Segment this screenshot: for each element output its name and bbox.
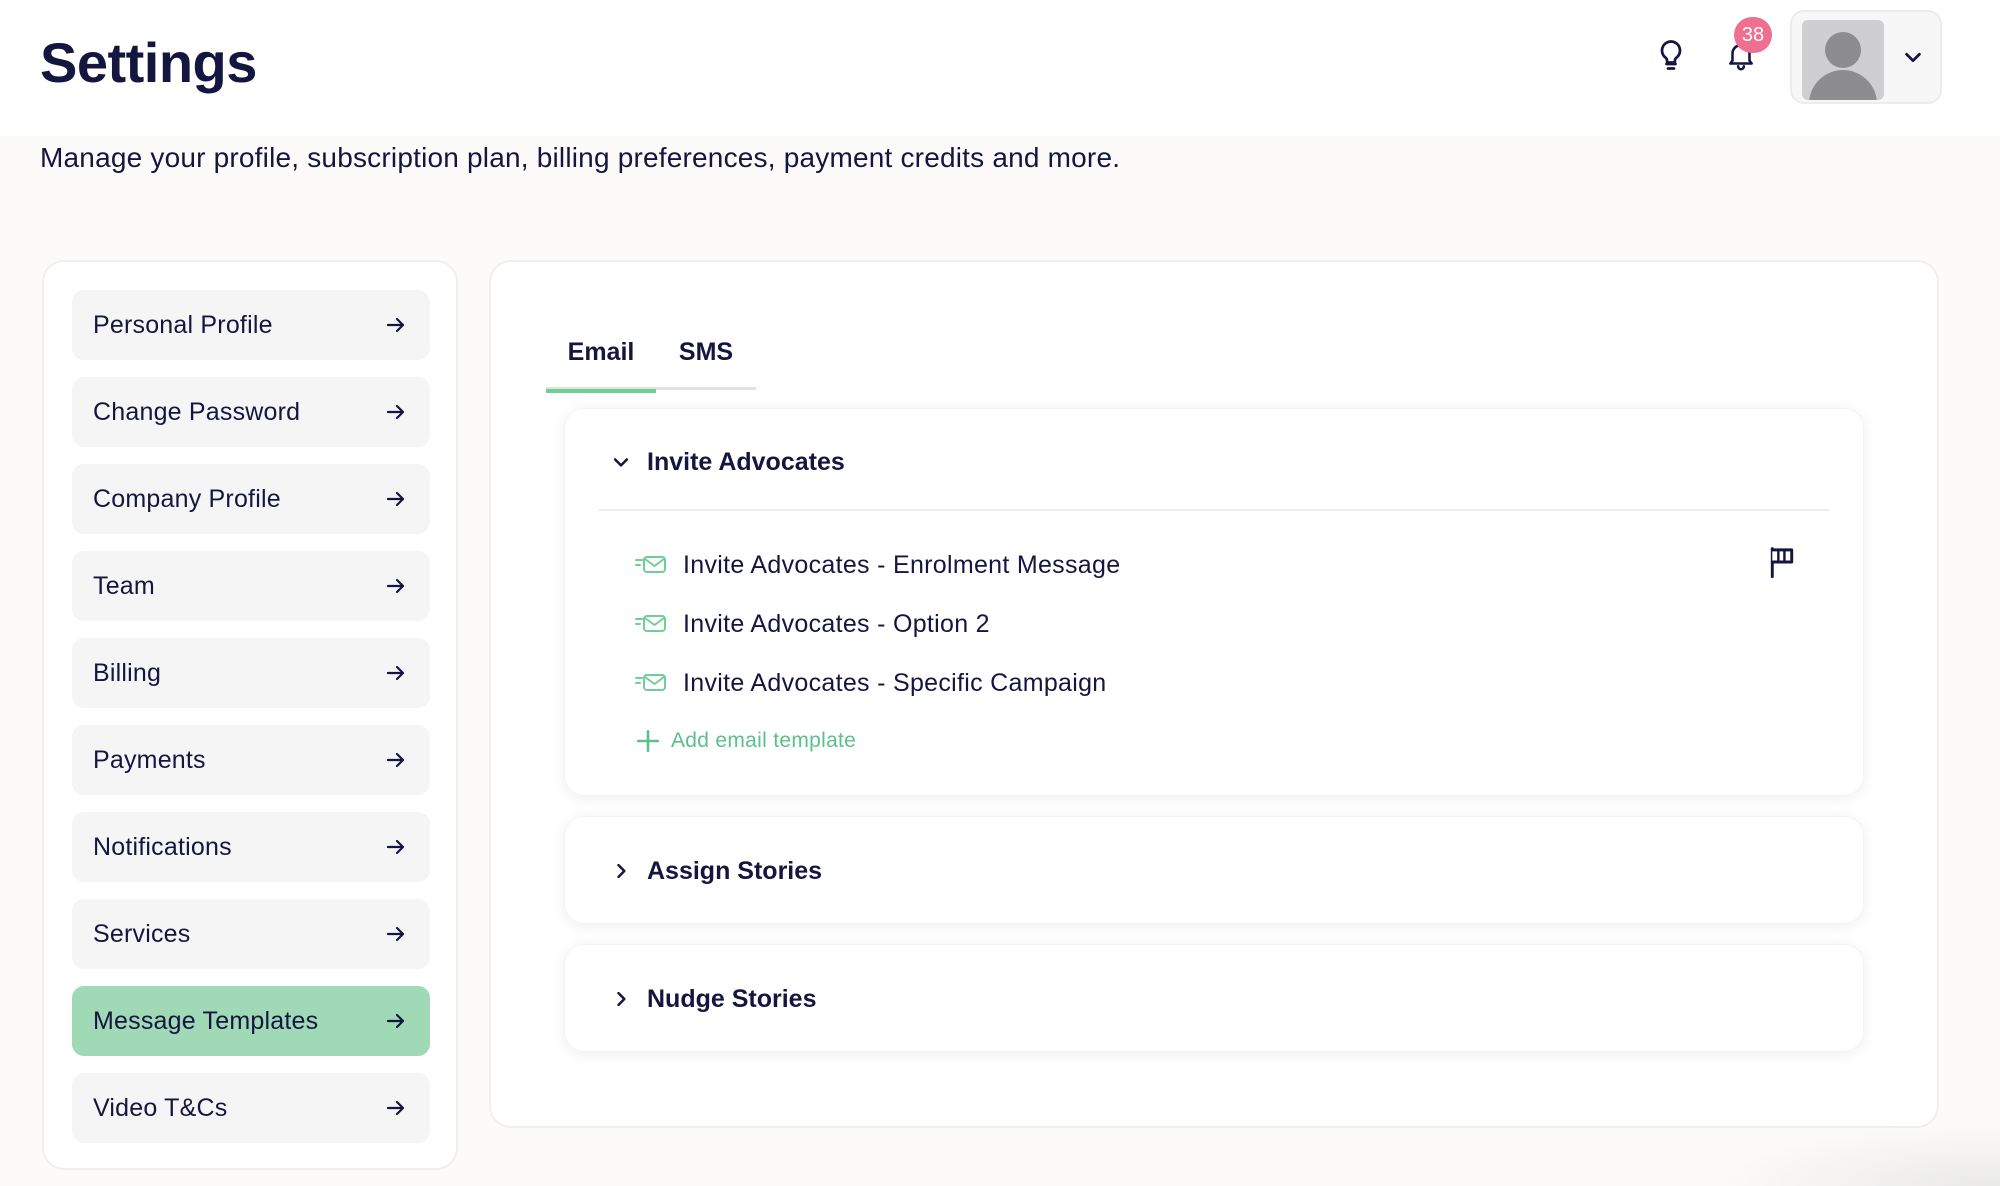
- sidebar-item-label: Message Templates: [93, 1006, 319, 1035]
- section-title: Assign Stories: [647, 856, 823, 885]
- section-header-nudge-stories[interactable]: Nudge Stories: [611, 979, 816, 1019]
- add-email-template-label: Add email template: [671, 729, 857, 752]
- chevron-right-icon: [617, 863, 626, 879]
- arrow-right-icon: [386, 1013, 405, 1029]
- plus-icon: [636, 729, 660, 753]
- notification-badge: 38: [1734, 17, 1772, 53]
- template-item[interactable]: Invite Advocates - Option 2: [635, 604, 990, 644]
- sidebar-item-label: Billing: [93, 658, 162, 687]
- section-header-invite-advocates[interactable]: Invite Advocates: [611, 442, 845, 482]
- section-divider: [599, 509, 1829, 511]
- sidebar-item-label: Company Profile: [93, 484, 281, 513]
- email-send-icon: [635, 674, 666, 691]
- lightbulb-icon[interactable]: [1648, 32, 1694, 78]
- template-label: Invite Advocates - Specific Campaign: [683, 668, 1107, 697]
- template-label: Invite Advocates - Option 2: [683, 609, 990, 638]
- arrow-right-icon: [386, 665, 405, 681]
- section-assign-stories: Assign Stories: [564, 816, 1864, 924]
- section-nudge-stories: Nudge Stories: [564, 944, 1864, 1052]
- sidebar-item-company-profile[interactable]: Company Profile: [72, 464, 430, 534]
- corner-shadow: [1700, 1120, 2000, 1186]
- sidebar-item-label: Change Password: [93, 397, 301, 426]
- section-title: Nudge Stories: [647, 984, 817, 1013]
- tab-sms[interactable]: SMS: [656, 330, 756, 390]
- arrow-right-icon: [386, 578, 405, 594]
- arrow-right-icon: [386, 926, 405, 942]
- add-email-template-button[interactable]: Add email template: [635, 724, 856, 758]
- sidebar-item-team[interactable]: Team: [72, 551, 430, 621]
- arrow-right-icon: [386, 1100, 405, 1116]
- chevron-right-icon: [617, 991, 626, 1007]
- arrow-right-icon: [386, 752, 405, 768]
- sidebar-item-personal-profile[interactable]: Personal Profile: [72, 290, 430, 360]
- section-header-assign-stories[interactable]: Assign Stories: [611, 851, 822, 891]
- arrow-right-icon: [386, 404, 405, 420]
- section-title: Invite Advocates: [647, 447, 845, 476]
- page-title: Settings: [40, 31, 257, 94]
- template-label: Invite Advocates - Enrolment Message: [683, 550, 1121, 579]
- sidebar-item-message-templates[interactable]: Message Templates: [72, 986, 430, 1056]
- sidebar-item-label: Notifications: [93, 832, 232, 861]
- template-item[interactable]: Invite Advocates - Enrolment Message: [635, 545, 1120, 585]
- flag-icon[interactable]: [1767, 545, 1797, 579]
- arrow-right-icon: [386, 317, 405, 333]
- settings-sidebar: Personal Profile Change Password Company…: [42, 260, 458, 1170]
- sidebar-item-label: Team: [93, 571, 155, 600]
- sidebar-item-label: Services: [93, 919, 191, 948]
- section-invite-advocates: Invite Advocates Invite Advocates - Enro…: [564, 408, 1864, 796]
- sidebar-item-payments[interactable]: Payments: [72, 725, 430, 795]
- arrow-right-icon: [386, 839, 405, 855]
- email-send-icon: [635, 556, 666, 573]
- sidebar-item-label: Payments: [93, 745, 206, 774]
- email-send-icon: [635, 615, 666, 632]
- template-item[interactable]: Invite Advocates - Specific Campaign: [635, 663, 1107, 703]
- tab-email[interactable]: Email: [546, 330, 656, 393]
- sidebar-item-label: Video T&Cs: [93, 1093, 228, 1122]
- page-subtitle: Manage your profile, subscription plan, …: [40, 142, 1121, 173]
- template-tabs: Email SMS: [546, 330, 756, 393]
- user-menu[interactable]: [1790, 10, 1942, 104]
- sidebar-item-video-tcs[interactable]: Video T&Cs: [72, 1073, 430, 1143]
- avatar: [1802, 20, 1884, 100]
- sidebar-item-services[interactable]: Services: [72, 899, 430, 969]
- sidebar-item-change-password[interactable]: Change Password: [72, 377, 430, 447]
- top-bar: [0, 0, 2000, 136]
- sidebar-item-billing[interactable]: Billing: [72, 638, 430, 708]
- sidebar-item-notifications[interactable]: Notifications: [72, 812, 430, 882]
- sidebar-item-label: Personal Profile: [93, 310, 273, 339]
- chevron-down-icon: [1905, 52, 1921, 63]
- arrow-right-icon: [386, 491, 405, 507]
- chevron-down-icon: [613, 458, 629, 467]
